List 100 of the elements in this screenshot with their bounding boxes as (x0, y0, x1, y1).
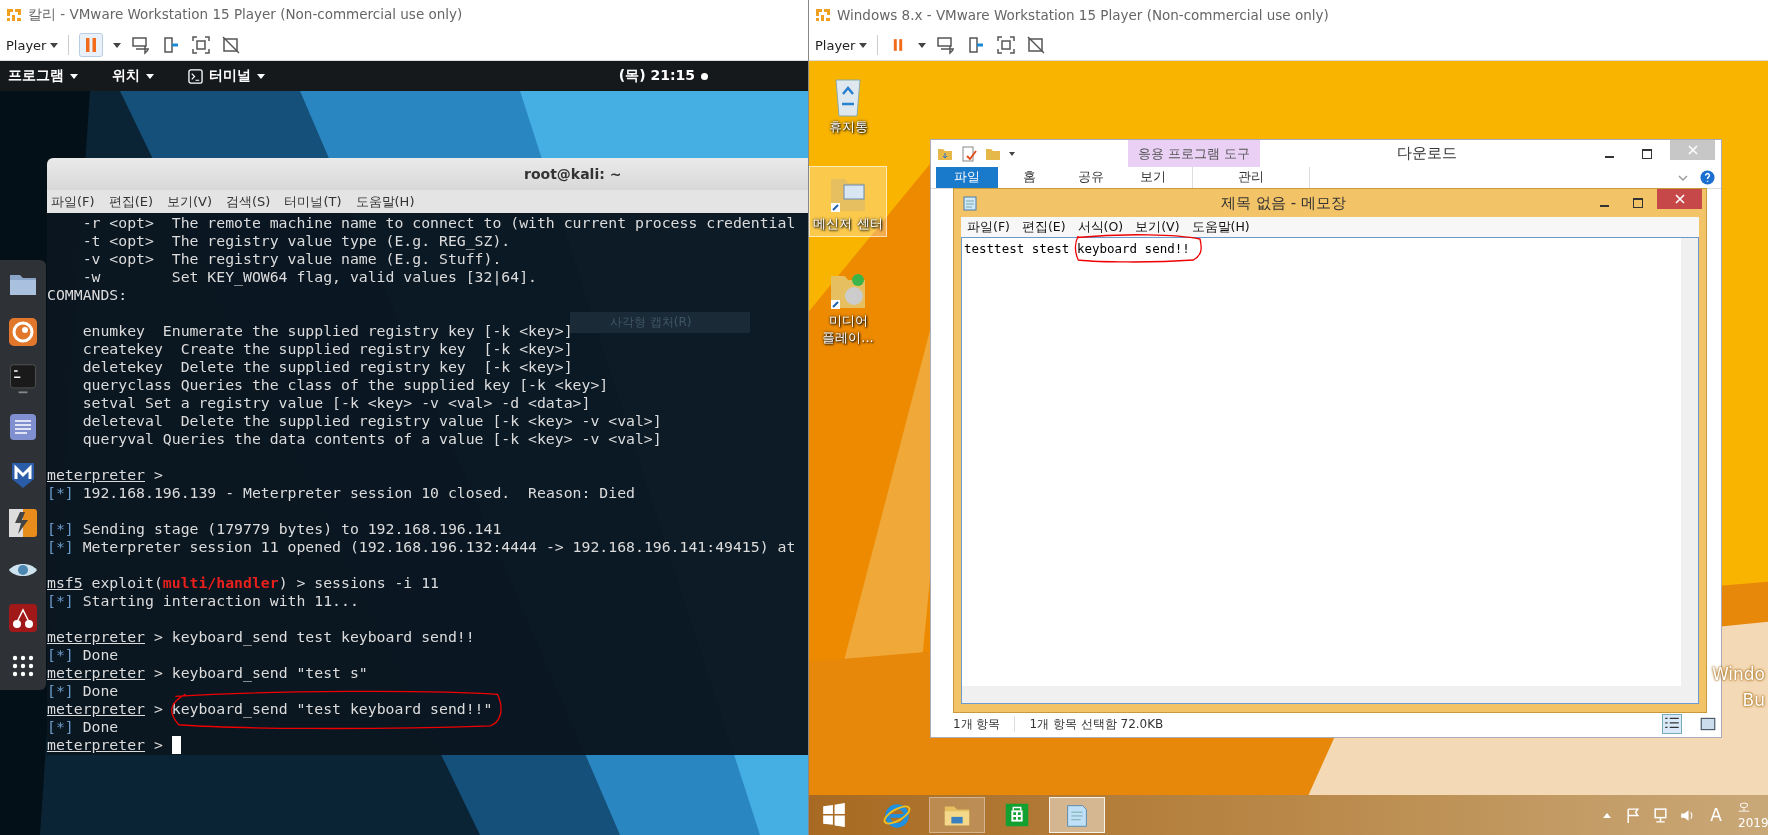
terminal-text: 192.168.196.139 - Meterpreter session 10 closed. Reason: Died (81, 484, 635, 502)
terminal-text: ) > sessions -i 11 (278, 574, 439, 592)
terminal-text: enumkey Enumerate the supplied registry key [-k <key>] (81, 322, 573, 340)
terminal-text: setval Set a registry value [-k <key> -v <val> -d <data>] (81, 394, 591, 412)
status-dot-icon[interactable] (701, 72, 708, 80)
status-text: 1개 항목 (953, 715, 1001, 733)
menu-item[interactable]: 보기(V) (167, 192, 213, 211)
clock[interactable]: (목) 21:15 (618, 67, 695, 85)
menu-item[interactable]: 도움말(H) (355, 192, 415, 211)
notepad-icon (962, 195, 978, 211)
ribbon-tab[interactable]: 관리 (1192, 167, 1310, 188)
terminal-text: Done (81, 682, 119, 700)
applications-menu[interactable]: 프로그램 (8, 67, 78, 85)
monitor-icon[interactable] (131, 35, 152, 55)
crossed-window-icon[interactable] (221, 35, 242, 55)
desktop-watermark-text: Bu (1742, 689, 1765, 712)
menu-item[interactable]: 편집(E) (1021, 218, 1066, 236)
menu-item[interactable]: 터미널(T) (284, 192, 342, 211)
prompt-label: meterpreter (47, 466, 145, 484)
terminal-menu[interactable]: 터미널 (188, 67, 265, 85)
window-title: 다운로드 (1395, 144, 1458, 163)
browser-icon[interactable] (7, 315, 39, 348)
ribbon-tab[interactable]: 파일 (936, 167, 998, 188)
menu-item[interactable]: 파일(F) (51, 192, 95, 211)
status-marker: [*] (47, 646, 74, 664)
status-marker: [*] (47, 718, 74, 736)
player-menu[interactable]: Player (815, 37, 868, 53)
menu-item[interactable]: 도움말(H) (1191, 218, 1250, 236)
terminal-title: root@kali: ~ (524, 166, 622, 182)
player-menu[interactable]: Player (6, 37, 59, 53)
thumbnail-view-icon[interactable] (1699, 715, 1717, 733)
details-view-icon[interactable] (1663, 715, 1681, 733)
vertical-scrollbar[interactable] (1681, 238, 1698, 686)
ribbon-tab[interactable]: 보기 (1122, 167, 1184, 188)
terminal-text: > (152, 466, 163, 484)
taskbar-button[interactable] (1049, 797, 1105, 833)
menu-item[interactable]: 편집(E) (108, 192, 153, 211)
terminal-text: -t <opt> The registry value type (E.g. REG_SZ). (81, 232, 511, 250)
terminal-text: Sending stage (179779 bytes) to 192.168.196.141 (81, 520, 502, 538)
pause-icon[interactable] (79, 33, 104, 57)
caret-icon[interactable] (113, 42, 122, 48)
terminal-text: createkey Create the supplied registry key [-k <key>] (81, 340, 573, 358)
module-name: multi/handler (162, 574, 279, 592)
vmware-logo-icon (6, 7, 22, 23)
places-menu[interactable]: 위치 (112, 67, 154, 85)
terminal-text: -r <opt> The remote machine name to connect to (with current process credential (81, 214, 796, 232)
terminal-text: > keyboard_send "test s" (152, 664, 368, 682)
taskbar-button[interactable] (929, 797, 985, 833)
close-icon (1687, 145, 1698, 155)
caret-icon[interactable] (1009, 151, 1015, 156)
terminal-text: COMMANDS: (47, 286, 128, 304)
terminal-text: deleteval Delete the supplied registry value [-k <key> -v <val>] (81, 412, 662, 430)
monitor-icon[interactable] (936, 35, 957, 55)
chevron-icon[interactable] (1678, 174, 1688, 181)
terminal-icon (188, 68, 203, 84)
prompt-label: meterpreter (47, 628, 145, 646)
terminal-text: -v <opt> The registry value name (E.g. Stuff). (81, 250, 502, 268)
start-icon[interactable] (821, 802, 847, 828)
prompt-label: meterpreter (47, 700, 145, 718)
fullscreen-icon[interactable] (996, 35, 1017, 55)
lightning-icon[interactable] (7, 506, 39, 539)
text-area[interactable]: testtest stest keyboard send!! (961, 237, 1699, 704)
properties-icon[interactable] (961, 145, 977, 162)
menu-item[interactable]: 파일(F) (967, 218, 1010, 236)
fullscreen-icon[interactable] (191, 35, 212, 55)
terminal-text: > (152, 700, 164, 718)
terminal-text: Starting interaction with 11... (81, 592, 359, 610)
terminal-text: Done (81, 646, 119, 664)
close-icon (1674, 194, 1685, 204)
document-text: keyboard send!! (1076, 241, 1190, 256)
terminal-text: exploit( (90, 574, 163, 592)
terminal-text: -w Set KEY_WOW64 flag, valid values [32|64]. (81, 268, 537, 286)
menu-item[interactable]: 서식(O) (1077, 218, 1124, 236)
desktop-watermark-text: Windo (1711, 663, 1765, 686)
document-text: testtest stest (964, 241, 1071, 256)
prompt-label: meterpreter (47, 736, 145, 754)
help-icon[interactable] (1700, 170, 1715, 185)
ribbon-tab[interactable]: 홈 (998, 167, 1060, 188)
terminal-text: keyboard_send "test keyboard send!!" (171, 700, 493, 717)
status-marker: [*] (47, 520, 74, 538)
menu-item[interactable]: 보기(V) (1135, 218, 1180, 236)
caret-icon[interactable] (918, 42, 927, 48)
crossed-window-icon[interactable] (1026, 35, 1047, 55)
window-title: Windows 8.x - VMware Workstation 15 Player (Non-commercial use only) (837, 7, 1329, 23)
status-marker: [*] (47, 484, 74, 502)
show-hidden-icons[interactable] (1603, 812, 1612, 818)
tools-tab-header: 응용 프로그램 도구 (1128, 140, 1260, 167)
status-marker: [*] (47, 592, 74, 610)
menu-item[interactable]: 검색(S) (226, 192, 271, 211)
status-text: 1개 항목 선택함 72.0KB (1029, 715, 1164, 733)
window-title: 제목 없음 - 메모장 (1220, 193, 1347, 213)
horizontal-scrollbar[interactable] (962, 686, 1698, 703)
terminal-text: deletekey Delete the supplied registry key [-k <key>] (81, 358, 573, 376)
window-title: 칼리 - VMware Workstation 15 Player (Non-commercial use only) (28, 6, 463, 24)
prompt-label: meterpreter (47, 664, 145, 682)
terminal-text: queryval Queries the data contents of a value [-k <key> -v <val>] (81, 430, 662, 448)
terminal-icon[interactable] (7, 363, 39, 396)
terminal-text: queryclass Queries the class of the supplied key [-k <key>] (81, 376, 609, 394)
ribbon-tab[interactable]: 공유 (1060, 167, 1122, 188)
cherry-icon[interactable] (7, 602, 39, 635)
